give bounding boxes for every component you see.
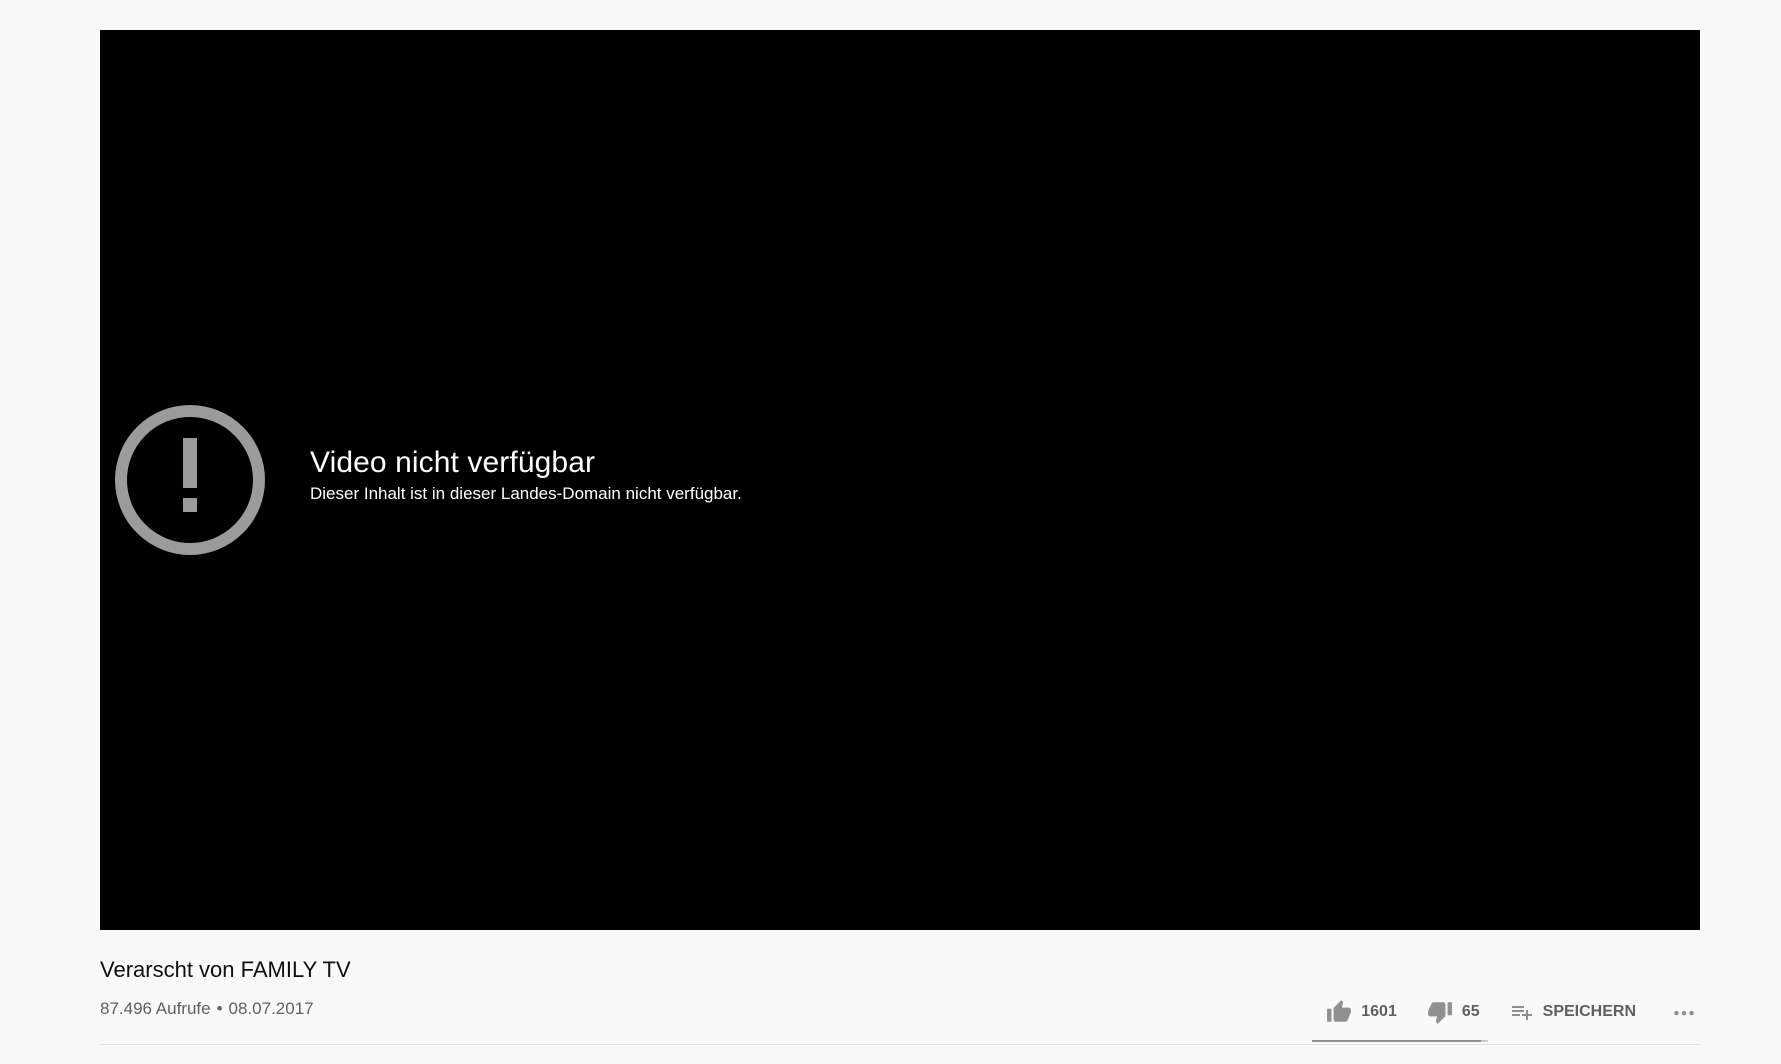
like-button[interactable]: 1601 (1326, 999, 1397, 1025)
video-title: Verarscht von FAMILY TV (100, 957, 351, 982)
view-count: 87.496 Aufrufe (100, 999, 211, 1018)
dislike-button[interactable]: 65 (1427, 999, 1480, 1025)
more-actions-button[interactable] (1668, 999, 1700, 1025)
sentiment-bar-like-fill (1312, 1040, 1482, 1042)
thumbs-down-icon (1427, 1002, 1452, 1024)
error-title: Video nicht verfügbar (310, 446, 596, 479)
playlist-add-icon (1511, 1006, 1532, 1020)
video-player[interactable]: Video nicht verfügbar Dieser Inhalt ist … (100, 30, 1700, 930)
save-button[interactable]: SPEICHERN (1510, 1000, 1636, 1024)
action-bar: 1601 65 SPEICHERN (1326, 996, 1700, 1028)
save-label: SPEICHERN (1542, 1003, 1636, 1020)
error-message: Dieser Inhalt ist in dieser Landes-Domai… (310, 484, 742, 503)
alert-circle-icon (115, 405, 265, 555)
more-horizontal-icon (1674, 1010, 1694, 1016)
meta-separator: • (216, 999, 223, 1018)
video-meta: 87.496 Aufrufe • 08.07.2017 (100, 997, 314, 1021)
sentiment-bar (1312, 1040, 1488, 1042)
upload-date: 08.07.2017 (228, 999, 314, 1018)
error-overlay: Video nicht verfügbar Dieser Inhalt ist … (114, 404, 742, 556)
divider (100, 1044, 1700, 1045)
like-count: 1601 (1361, 1003, 1397, 1020)
dislike-count: 65 (1461, 1003, 1480, 1020)
thumbs-up-icon (1327, 1000, 1352, 1022)
error-text: Video nicht verfügbar Dieser Inhalt ist … (310, 445, 742, 505)
